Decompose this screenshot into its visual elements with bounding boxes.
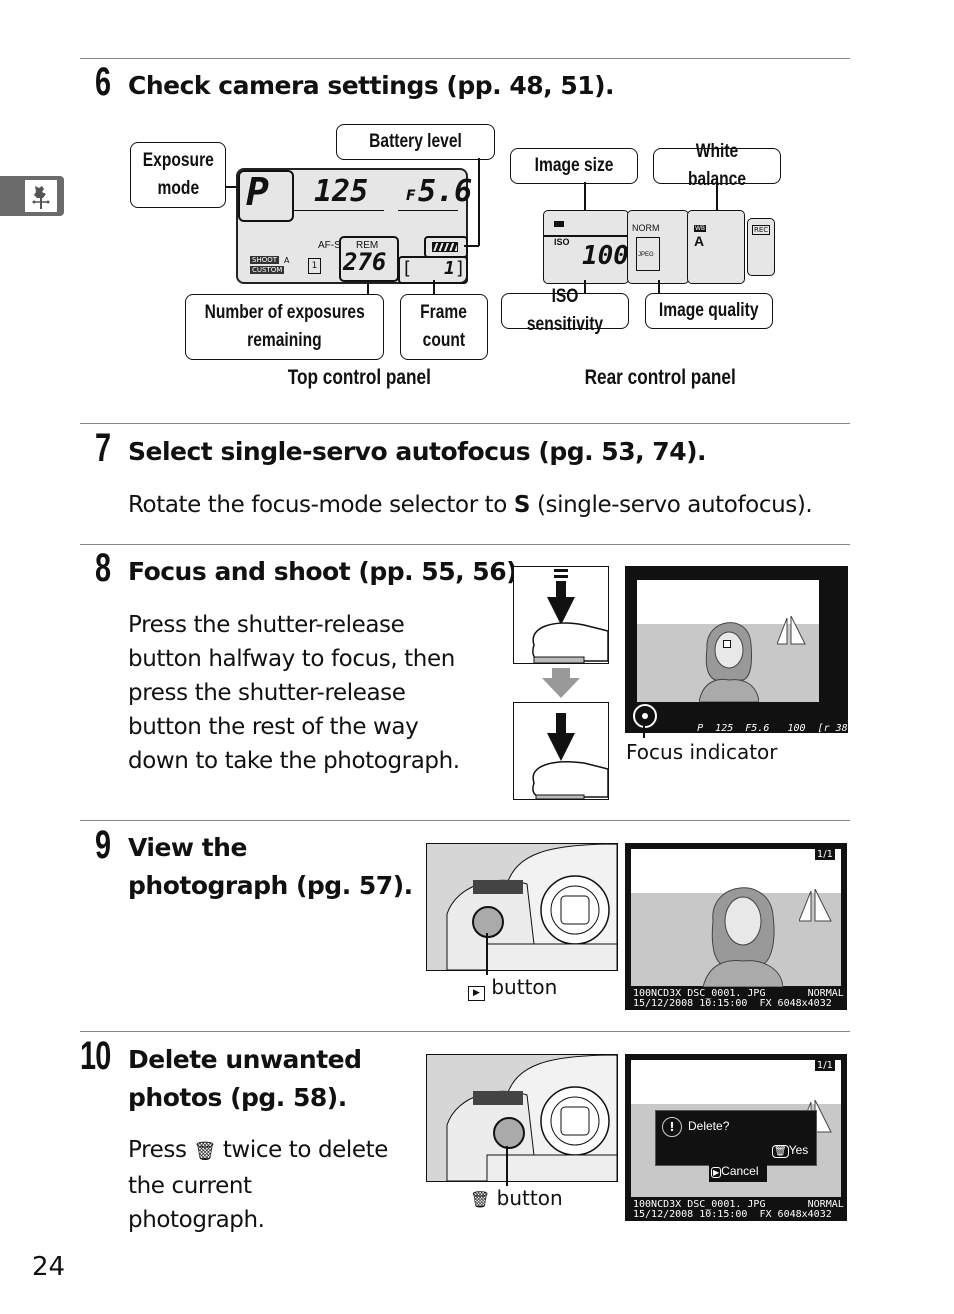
lcd-aperture: 5.6 bbox=[418, 174, 473, 209]
page-number: 24 bbox=[32, 1252, 66, 1282]
frame-counter: 1/1 bbox=[814, 1060, 835, 1071]
delete-confirmation-screen: 1/1 ! Delete? 🗑 Yes ▶ Cancel 100NCD3X DSC_… bbox=[625, 1054, 847, 1221]
delete-button-highlight bbox=[493, 1117, 525, 1149]
section-divider bbox=[80, 820, 850, 821]
photo-info-line-2: 15/12/2008 10:15:00 FX 6048x4032 bbox=[633, 998, 832, 1009]
trash-icon: 🗑 bbox=[470, 1190, 491, 1209]
side-tab bbox=[0, 176, 64, 216]
rec-segment: REC bbox=[747, 218, 775, 276]
cancel-option[interactable]: ▶ Cancel bbox=[709, 1164, 767, 1182]
warning-icon: ! bbox=[662, 1117, 682, 1137]
image-size-icon bbox=[554, 221, 564, 227]
down-arrow-icon bbox=[542, 668, 580, 702]
lcd-exposure-mode: P bbox=[246, 170, 269, 214]
weathervane-rooster-icon bbox=[25, 180, 57, 212]
card-icon: JPEG bbox=[636, 237, 660, 271]
playback-icon: ▶ bbox=[468, 986, 485, 1001]
step-number: 7 bbox=[95, 426, 111, 470]
image-size-segment: ISO 100 bbox=[543, 210, 629, 284]
lcd-quality-label: NORM bbox=[632, 223, 660, 233]
callout-frame-count: Frame count bbox=[400, 294, 488, 360]
trash-icon: 🗑 bbox=[193, 1141, 216, 1162]
step-body: Rotate the focus-mode selector to S (sin… bbox=[128, 492, 813, 518]
delete-dialog: ! Delete? 🗑 Yes bbox=[655, 1110, 817, 1166]
rem-box: REM 276 bbox=[339, 236, 399, 282]
yes-option[interactable]: 🗑 Yes bbox=[772, 1143, 808, 1158]
playback-icon: ▶ bbox=[711, 1167, 722, 1178]
focus-indicator-icon bbox=[633, 704, 657, 728]
lcd-iso-value: 100 bbox=[582, 241, 629, 271]
playback-button-highlight bbox=[472, 906, 504, 938]
playback-screen: 1/1 100NCD3X DSC_0001. JPG NORMAL 15/12/… bbox=[625, 843, 847, 1010]
step-number: 10 bbox=[80, 1034, 111, 1078]
playback-button-caption: ▶ button bbox=[468, 975, 557, 1001]
callout-exposure-mode: Exposure mode bbox=[130, 142, 226, 208]
step-heading: Delete unwanted photos (pg. 58). bbox=[128, 1045, 362, 1112]
white-balance-segment: WB A bbox=[687, 210, 745, 284]
battery-icon bbox=[432, 242, 458, 252]
lcd-wb-value: A bbox=[694, 233, 705, 249]
frame-counter: 1/1 bbox=[814, 849, 835, 860]
lcd-shoot-label: SHOOT bbox=[250, 256, 280, 264]
delete-button-caption: 🗑 button bbox=[470, 1186, 563, 1210]
sailboat bbox=[776, 615, 807, 654]
step-body: Press 🗑 twice to delete the current phot… bbox=[128, 1137, 389, 1233]
camera-back-illustration bbox=[426, 1054, 618, 1182]
rear-control-panel-lcd: ISO 100 NORM JPEG WB A REC bbox=[543, 210, 775, 284]
section-divider bbox=[80, 423, 850, 424]
lcd-shutter-speed: 125 bbox=[314, 174, 369, 209]
rear-control-panel-caption: Rear control panel bbox=[584, 366, 736, 389]
lcd-rec-label: REC bbox=[752, 225, 771, 235]
full-press-illustration bbox=[513, 702, 609, 800]
trash-icon: 🗑 bbox=[772, 1145, 789, 1158]
step-body: Press the shutter-release button halfway… bbox=[128, 612, 460, 774]
lcd-bank-a: A bbox=[284, 256, 290, 265]
lcd-aperture-prefix: F bbox=[406, 188, 416, 204]
lcd-af-label: AF-S bbox=[318, 240, 341, 251]
viewfinder-image: P 125 F5.6 100 [r 38] bbox=[625, 566, 848, 733]
top-control-panel-caption: Top control panel bbox=[287, 366, 431, 389]
callout-white-balance: White balance bbox=[653, 141, 781, 190]
step-number: 6 bbox=[95, 60, 111, 104]
step-number: 9 bbox=[95, 823, 111, 867]
callout-iso-sensitivity: ISO sensitivity bbox=[501, 286, 629, 335]
lcd-exposures-remaining: 276 bbox=[343, 248, 387, 276]
battery-box bbox=[424, 236, 468, 258]
lcd-iso-label: ISO bbox=[554, 237, 570, 247]
callout-exposures-remaining: Number of exposures remaining bbox=[185, 294, 384, 360]
lcd-wb-label: WB bbox=[694, 225, 707, 232]
photo-info-line-2: 15/12/2008 10:15:00 FX 6048x4032 bbox=[633, 1209, 832, 1220]
step-heading: Check camera settings (pp. 48, 51). bbox=[128, 71, 615, 100]
half-press-illustration bbox=[513, 566, 609, 664]
callout-battery-level: Battery level bbox=[336, 124, 495, 160]
callout-image-size: Image size bbox=[510, 148, 638, 184]
step-heading: Select single-servo autofocus (pg. 53, 7… bbox=[128, 437, 707, 466]
viewfinder-readout: P 125 F5.6 100 [r 38] bbox=[697, 723, 848, 733]
focus-indicator-caption: Focus indicator bbox=[626, 740, 778, 764]
section-divider bbox=[80, 1031, 850, 1032]
section-divider bbox=[80, 58, 850, 59]
lcd-frame-count: 1 bbox=[444, 258, 455, 279]
section-divider bbox=[80, 544, 850, 545]
portrait-figure bbox=[698, 608, 760, 703]
delete-prompt: Delete? bbox=[688, 1119, 730, 1133]
image-quality-segment: NORM JPEG bbox=[627, 210, 689, 284]
top-control-panel-lcd: P 125 F 5.6 AF-S SHOOT CUSTOM A 1 REM 27… bbox=[236, 168, 472, 284]
step-heading: View the photograph (pg. 57). bbox=[128, 833, 413, 900]
callout-image-quality: Image quality bbox=[645, 293, 773, 329]
lcd-custom-label: CUSTOM bbox=[250, 266, 285, 274]
release-mode-icon: 1 bbox=[308, 258, 321, 274]
step-number: 8 bbox=[95, 546, 111, 590]
focus-point bbox=[723, 640, 731, 648]
step-heading: Focus and shoot (pp. 55, 56). bbox=[128, 557, 527, 586]
lcd-jpeg-label: JPEG bbox=[638, 252, 654, 258]
camera-back-illustration bbox=[426, 843, 618, 971]
